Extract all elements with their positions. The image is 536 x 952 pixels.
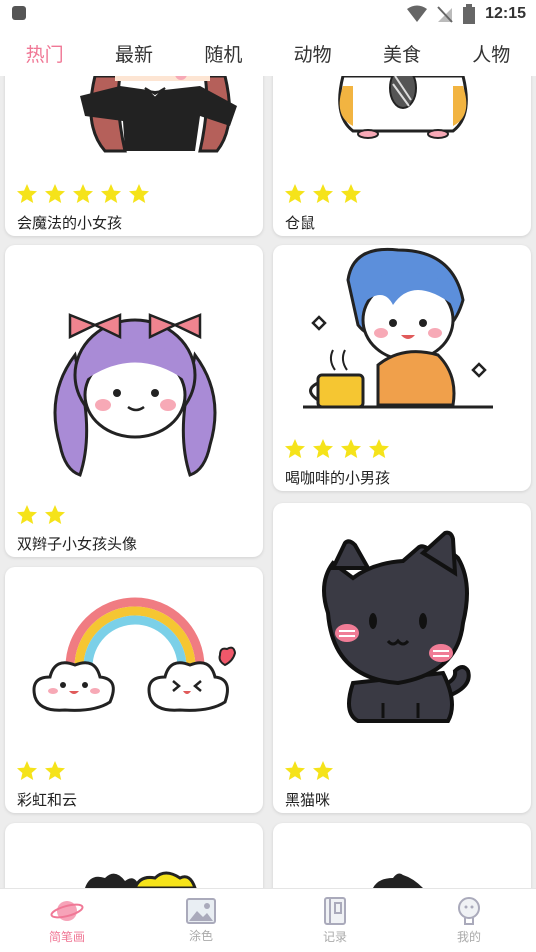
difficulty-stars xyxy=(283,437,391,461)
partial-drawing-image xyxy=(85,871,197,888)
drawing-card[interactable]: 喝咖啡的小男孩 xyxy=(273,245,531,491)
drawing-card[interactable]: 双辫子小女孩头像 xyxy=(5,245,263,557)
star-icon xyxy=(17,184,37,203)
star-icon xyxy=(45,505,65,524)
nav-coloring[interactable]: 涂色 xyxy=(134,889,268,952)
tab-latest[interactable]: 最新 xyxy=(89,40,178,67)
image-icon xyxy=(186,898,216,924)
pigtail-girl-image xyxy=(53,313,217,477)
star-icon xyxy=(313,761,333,780)
notebook-icon xyxy=(324,897,346,925)
drawing-card[interactable] xyxy=(273,823,531,888)
difficulty-stars xyxy=(15,759,67,783)
star-icon xyxy=(129,184,149,203)
star-icon xyxy=(73,184,93,203)
rainbow-clouds-image xyxy=(32,597,237,712)
nav-profile[interactable]: 我的 xyxy=(402,889,536,952)
tab-animals[interactable]: 动物 xyxy=(268,40,357,67)
card-title: 会魔法的小女孩 xyxy=(17,214,123,232)
difficulty-stars xyxy=(283,182,363,206)
nav-label: 简笔画 xyxy=(48,930,85,944)
battery-icon xyxy=(463,4,476,24)
notification-icon xyxy=(12,6,26,20)
drawing-card[interactable]: 彩虹和云 xyxy=(5,567,263,813)
clock: 12:15 xyxy=(485,5,526,22)
star-icon xyxy=(101,184,121,203)
star-icon xyxy=(45,761,65,780)
status-bar: 12:15 xyxy=(0,0,536,30)
drawing-card[interactable]: 仓鼠 xyxy=(273,76,531,236)
nav-sketch[interactable]: 简笔画 xyxy=(0,889,134,952)
star-icon xyxy=(45,184,65,203)
difficulty-stars xyxy=(283,759,335,783)
star-icon xyxy=(313,439,333,458)
difficulty-stars xyxy=(15,182,151,206)
star-icon xyxy=(17,761,37,780)
card-title: 喝咖啡的小男孩 xyxy=(285,469,391,487)
nav-records[interactable]: 记录 xyxy=(268,889,402,952)
no-signal-icon xyxy=(437,6,453,23)
bottom-navigation: 简笔画 涂色 记录 我的 xyxy=(0,888,536,952)
star-icon xyxy=(285,184,305,203)
magic-girl-image xyxy=(80,76,237,153)
star-icon xyxy=(285,761,305,780)
card-title: 双辫子小女孩头像 xyxy=(17,535,138,553)
profile-icon xyxy=(458,897,480,925)
card-title: 仓鼠 xyxy=(285,214,316,232)
nav-label: 涂色 xyxy=(188,929,213,943)
tab-food[interactable]: 美食 xyxy=(357,40,446,67)
hamster-image xyxy=(338,76,468,139)
drawing-grid: 会魔法的小女孩 仓鼠 双辫子小女孩头像 喝咖啡的小男孩 彩虹和云 黑猫咪 xyxy=(0,76,536,888)
drawing-card[interactable]: 黑猫咪 xyxy=(273,503,531,813)
tab-random[interactable]: 随机 xyxy=(179,40,268,67)
black-cat-image xyxy=(322,530,471,723)
category-tabs: 热门 最新 随机 动物 美食 人物 xyxy=(0,30,536,76)
star-icon xyxy=(17,505,37,524)
coffee-boy-image xyxy=(303,247,493,409)
star-icon xyxy=(313,184,333,203)
tab-people[interactable]: 人物 xyxy=(447,40,536,67)
wifi-icon xyxy=(407,5,428,22)
nav-label: 我的 xyxy=(456,930,481,944)
star-icon xyxy=(285,439,305,458)
partial-drawing-image xyxy=(373,873,423,888)
star-icon xyxy=(369,439,389,458)
card-title: 黑猫咪 xyxy=(285,791,331,809)
planet-icon xyxy=(50,901,84,921)
tab-hot[interactable]: 热门 xyxy=(0,40,89,67)
drawing-card[interactable]: 会魔法的小女孩 xyxy=(5,76,263,236)
difficulty-stars xyxy=(15,503,67,527)
drawing-card[interactable] xyxy=(5,823,263,888)
star-icon xyxy=(341,439,361,458)
nav-label: 记录 xyxy=(322,930,347,944)
star-icon xyxy=(341,184,361,203)
card-title: 彩虹和云 xyxy=(17,791,78,809)
